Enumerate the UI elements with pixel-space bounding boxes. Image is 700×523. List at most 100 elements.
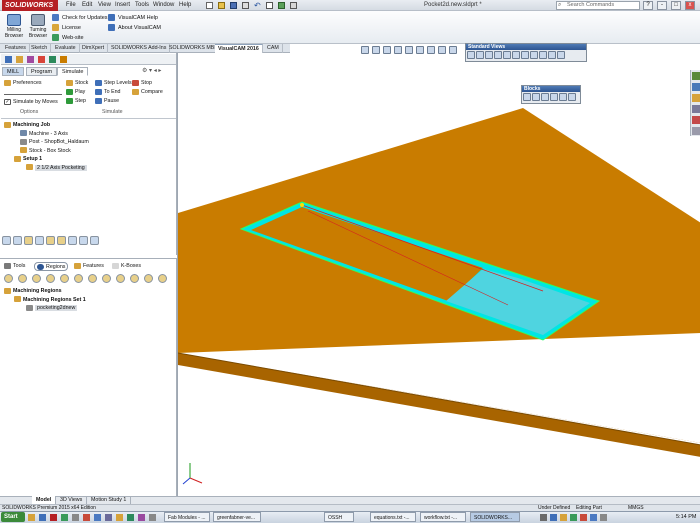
blocks-toolbar[interactable]: Blocks	[521, 85, 581, 104]
menu-help[interactable]: Help	[179, 0, 191, 11]
compare-button[interactable]: Compare	[132, 88, 163, 97]
resources-icon[interactable]	[692, 72, 700, 80]
top-view-icon[interactable]	[503, 51, 511, 59]
taskbar-clock[interactable]: 5:14 PM	[676, 512, 696, 522]
tab-3d-views[interactable]: 3D Views	[56, 496, 88, 504]
file-explorer-icon[interactable]	[692, 94, 700, 102]
tab-tools[interactable]: Tools	[4, 262, 25, 271]
post-process-icon[interactable]	[24, 236, 33, 245]
apply-scene-icon[interactable]	[449, 46, 457, 54]
tree-node-stock[interactable]: Stock - Box Stock	[4, 147, 174, 156]
zoom-to-fit-icon[interactable]	[361, 46, 369, 54]
tree-node-regions-set[interactable]: Machining Regions Set 1	[4, 296, 174, 305]
view-palette-icon[interactable]	[692, 105, 700, 113]
region-tool-8-icon[interactable]	[102, 274, 111, 283]
make-block-icon[interactable]	[523, 93, 531, 101]
start-button[interactable]: Start	[1, 512, 25, 522]
network-icon[interactable]	[590, 514, 597, 521]
trimetric-view-icon[interactable]	[530, 51, 538, 59]
step-levels-button[interactable]: Step Levels	[95, 79, 132, 88]
taskbar-item-workflow[interactable]: workflow.txt -...	[420, 512, 466, 522]
app-icon[interactable]	[138, 514, 145, 521]
minimize-button[interactable]: -	[657, 1, 667, 10]
taskbar-item-solidworks[interactable]: SOLIDWORKS...	[470, 512, 520, 522]
simulate-icon[interactable]	[13, 236, 22, 245]
dimxpert-icon[interactable]	[38, 56, 45, 63]
simulate-by-moves-checkbox[interactable]: ✓ Simulate by Moves	[4, 98, 58, 107]
regen-icon[interactable]	[2, 236, 11, 245]
tab-program[interactable]: Program	[26, 67, 58, 76]
region-tool-2-icon[interactable]	[18, 274, 27, 283]
edit-block-icon[interactable]	[532, 93, 540, 101]
tray-icon[interactable]	[560, 514, 567, 521]
step-button[interactable]: Step	[66, 97, 86, 106]
menu-file[interactable]: File	[66, 0, 76, 11]
feature-tree-icon[interactable]	[5, 56, 12, 63]
ie-icon[interactable]	[39, 514, 46, 521]
zoom-area-icon[interactable]	[372, 46, 380, 54]
region-tool-3-icon[interactable]	[32, 274, 41, 283]
region-tool-5-icon[interactable]	[60, 274, 69, 283]
tree-node-setup[interactable]: Setup 1	[4, 155, 174, 164]
app-icon[interactable]	[83, 514, 90, 521]
isometric-view-icon[interactable]	[521, 51, 529, 59]
stop-button[interactable]: Stop	[132, 79, 152, 88]
open-folder-icon[interactable]	[218, 2, 225, 9]
menu-window[interactable]: Window	[153, 0, 174, 11]
tray-icon[interactable]	[550, 514, 557, 521]
cam-browser-icon[interactable]	[60, 56, 67, 63]
tool-library-icon[interactable]	[79, 236, 88, 245]
taskbar-item-greenfabner[interactable]: greenfabner-ve...	[213, 512, 261, 522]
tab-features[interactable]: Features	[2, 44, 30, 53]
taskbar-item-ossh[interactable]: OSSH	[324, 512, 354, 522]
display-manager-icon[interactable]	[49, 56, 56, 63]
info-toggle-icon[interactable]	[46, 236, 55, 245]
tab-mill[interactable]: MILL	[2, 67, 25, 76]
graphics-viewport[interactable]	[177, 53, 700, 496]
terminal-icon[interactable]	[72, 514, 79, 521]
restore-button[interactable]: □	[671, 1, 681, 10]
tab-evaluate[interactable]: Evaluate	[52, 44, 80, 53]
preferences-button[interactable]: Preferences	[4, 79, 42, 88]
pause-button[interactable]: Pause	[95, 97, 119, 106]
appearances-icon[interactable]	[692, 116, 700, 124]
tray-icon[interactable]	[540, 514, 547, 521]
new-file-icon[interactable]	[206, 2, 213, 9]
menu-tools[interactable]: Tools	[135, 0, 149, 11]
app-icon[interactable]	[105, 514, 112, 521]
app-icon[interactable]	[149, 514, 156, 521]
property-manager-icon[interactable]	[16, 56, 23, 63]
config-manager-icon[interactable]	[27, 56, 34, 63]
volume-icon[interactable]	[600, 514, 607, 521]
rebuild-block-icon[interactable]	[559, 93, 567, 101]
help-button[interactable]: ?	[643, 1, 653, 10]
setup-sheet-icon[interactable]	[57, 236, 66, 245]
knowledge-base-icon[interactable]	[90, 236, 99, 245]
print-icon[interactable]	[242, 2, 249, 9]
tree-node-pocketing-region[interactable]: pocketing2dnew	[4, 304, 174, 313]
close-button[interactable]: x	[685, 1, 695, 10]
undo-icon[interactable]: ↶	[254, 1, 261, 10]
stock-button[interactable]: Stock	[66, 79, 88, 88]
region-tool-10-icon[interactable]	[130, 274, 139, 283]
menu-insert[interactable]: Insert	[115, 0, 130, 11]
tab-model[interactable]: Model	[32, 496, 57, 504]
panel-settings-icon[interactable]: ⚙ ▾ ◂ ▸	[142, 67, 161, 75]
milling-browser-button[interactable]: Milling Browser	[2, 12, 26, 43]
shop-docs-icon[interactable]	[68, 236, 77, 245]
tab-simulate[interactable]: Simulate	[57, 67, 89, 76]
tab-k-boxes[interactable]: K-Boxes	[112, 262, 141, 271]
region-tool-4-icon[interactable]	[46, 274, 55, 283]
save-block-icon[interactable]	[568, 93, 576, 101]
tree-node-post[interactable]: Post - ShopBot_Haldaum	[4, 138, 174, 147]
previous-view-icon[interactable]	[383, 46, 391, 54]
single-view-icon[interactable]	[557, 51, 565, 59]
menu-view[interactable]: View	[98, 0, 111, 11]
tab-cam[interactable]: CAM	[264, 44, 283, 53]
tree-node-machine[interactable]: Machine - 3 Axis	[4, 130, 174, 139]
add-remove-icon[interactable]	[550, 93, 558, 101]
taskbar-item-fab-modules[interactable]: Fab Modules - ...	[164, 512, 210, 522]
search-commands-input[interactable]: Search Commands	[556, 1, 640, 10]
collapse-icon[interactable]	[35, 236, 44, 245]
edit-appearance-icon[interactable]	[438, 46, 446, 54]
